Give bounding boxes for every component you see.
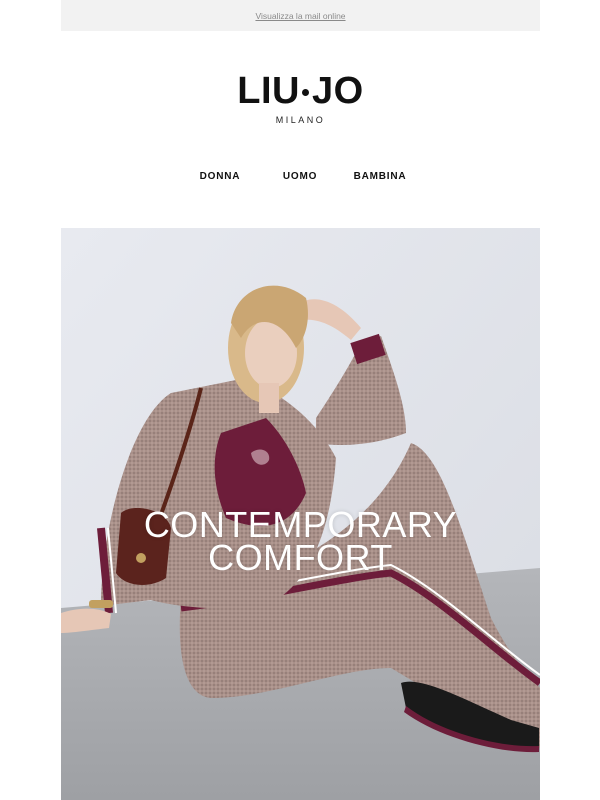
logo-dot-icon bbox=[302, 88, 309, 96]
nav-item-uomo[interactable]: UOMO bbox=[283, 171, 317, 182]
email-container: Visualizza la mail online LIU JO MILANO … bbox=[61, 0, 540, 800]
brand-logo[interactable]: LIU JO MILANO bbox=[61, 72, 540, 125]
logo-text-right: JO bbox=[312, 70, 364, 112]
hero-headline: CONTEMPORARY COMFORT bbox=[61, 507, 540, 578]
nav-item-bambina[interactable]: BAMBINA bbox=[354, 171, 407, 182]
view-online-link[interactable]: Visualizza la mail online bbox=[255, 11, 345, 21]
logo-text-left: LIU bbox=[237, 70, 300, 112]
headline-line-2: COMFORT bbox=[208, 537, 393, 578]
main-nav: DONNA UOMO BAMBINA bbox=[61, 171, 540, 228]
preheader-bar: Visualizza la mail online bbox=[61, 0, 540, 31]
logo-subtitle: MILANO bbox=[275, 115, 326, 125]
logo-area: LIU JO MILANO bbox=[61, 31, 540, 171]
nav-item-donna[interactable]: DONNA bbox=[200, 171, 241, 182]
hero-banner[interactable]: CONTEMPORARY COMFORT bbox=[61, 228, 540, 800]
